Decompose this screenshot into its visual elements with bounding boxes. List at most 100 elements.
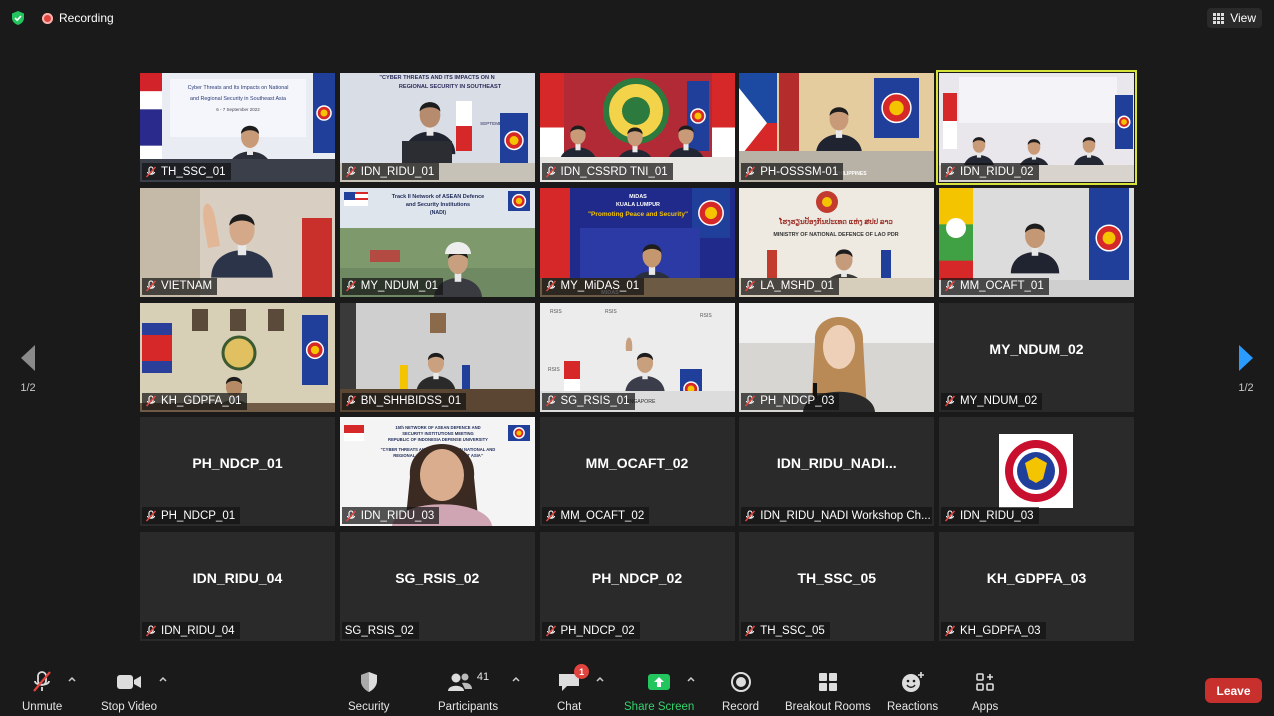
participant-name-label: TH_SSC_01 [142,163,231,180]
recording-indicator[interactable]: Recording [42,11,114,25]
muted-mic-icon [545,510,556,522]
muted-mic-icon [345,510,356,522]
participant-name: KH_GDPFA_03 [960,624,1041,637]
participant-tile[interactable]: RSIS RSIS RSIS RSIS SINGAPORE SG_RSIS_01 [539,302,735,412]
participant-tile[interactable]: PH_NDCP_02 PH_NDCP_02 [539,532,735,641]
participant-tile[interactable]: IDN_CSSRD TNI_01 [539,73,735,182]
participant-name-label: IDN_RIDU_03 [341,507,440,525]
participant-tile[interactable]: MM_OCAFT_02 MM_OCAFT_02 [539,417,735,527]
participant-name: IDN_RIDU_01 [360,165,435,178]
participant-name: IDN_CSSRD TNI_01 [560,165,668,178]
participant-tile[interactable]: IDN_RIDU_02 [936,70,1137,185]
scene-text: REGIONAL SECURITY IN SOUTHEAST [399,84,502,90]
participant-name-label: IDN_RIDU_03 [941,507,1039,525]
participant-display-name: PH_NDCP_02 [591,570,683,586]
participant-name-label: MM_OCAFT_02 [541,507,650,525]
participant-tile[interactable]: Cyber Threats and Its Impacts on Nationa… [140,73,335,182]
participant-name-label: MY_MiDAS_01 [541,277,645,295]
participant-name: PH-OSSSM-01 [760,165,839,178]
participant-tile[interactable]: MM_OCAFT_01 [939,187,1134,297]
scene-text: MINISTRY OF NATIONAL DEFENCE OF LAO PDR [774,232,899,238]
participant-tile[interactable]: 15th NETWORK OF ASEAN DEFENCE AND SECURIT… [339,417,535,527]
muted-mic-icon [944,510,956,522]
participant-name: PH_NDCP_01 [161,509,236,522]
participant-tile[interactable]: ໂຮງຮຽນປ້ອງກັນປະເທດ ແຫ່ງ ສປປ ລາວ MINISTRY … [739,187,935,297]
participants-button[interactable]: 41 Participants [438,670,498,713]
participant-name: MY_NDUM_02 [960,395,1038,407]
recording-label: Recording [59,11,114,25]
participant-tile[interactable]: IDN_RIDU_04 IDN_RIDU_04 [140,532,335,641]
scene-text: REPUBLIC OF INDONESIA DEFENSE UNIVERSITY [388,437,488,442]
muted-mic-icon [145,624,157,637]
muted-mic-icon [745,395,756,407]
participant-tile[interactable]: "CYBER THREATS AND ITS IMPACTS ON N REGIO… [339,73,535,182]
reactions-label: Reactions [887,701,939,713]
security-label: Security [348,701,390,713]
participant-tile[interactable]: PH_NDCP_01 PH_NDCP_01 [140,417,335,527]
muted-mic-icon [944,395,956,407]
record-icon [730,672,751,692]
previous-page-button[interactable]: 1/2 [16,345,40,394]
scene-text: and Security Institutions [406,202,470,208]
scene-text: RSIS [550,309,562,315]
participant-name-label: IDN_RIDU_NADI Workshop Ch... [741,507,933,525]
participant-tile[interactable]: BN_SHHBIDSS_01 [339,302,535,412]
participants-count: 41 [476,671,490,683]
participant-name-label: IDN_RIDU_01 [341,163,440,180]
scene-text: SECURITY INSTITUTIONS MEETING [402,431,474,436]
participant-tile[interactable]: MiDAS KUALA LUMPUR "Promoting Peace and Se… [539,187,735,297]
participant-name: BN_SHHBIDSS_01 [360,395,462,407]
participant-display-name: KH_GDPFA_03 [986,570,1087,586]
leave-meeting-button[interactable]: Leave [1205,678,1262,703]
participant-tile[interactable]: MY_NDUM_02 MY_NDUM_02 [939,302,1134,412]
participant-display-name: MM_OCAFT_02 [585,455,689,472]
participants-icon [447,673,472,691]
stop-video-button[interactable]: Stop Video [101,670,157,713]
page-indicator-right: 1/2 [1238,382,1254,394]
participant-tile[interactable]: IDN_RIDU_NADI... IDN_RIDU_NADI Workshop C… [739,417,935,527]
participant-name-label: MY_NDUM_01 [341,277,444,295]
scene-text: KUALA LUMPUR [615,202,659,208]
reactions-button[interactable]: Reactions [887,670,938,713]
meeting-toolbar: Unmute Stop Video Security 41 Participan… [0,660,1274,716]
participant-name-label: MM_OCAFT_01 [941,277,1049,295]
apps-button[interactable]: Apps [972,670,998,713]
participant-tile[interactable]: TH_SSC_05 TH_SSC_05 [739,532,935,641]
chat-button[interactable]: 1 Chat [557,664,590,713]
muted-mic-icon [545,624,556,637]
apps-label: Apps [972,701,999,713]
participant-tile[interactable]: IDN_RIDU_03 [939,417,1134,527]
security-button[interactable]: Security [348,670,390,713]
participant-tile[interactable]: Track II Network of ASEAN Defence and Sec… [339,187,535,297]
scene-text: (NADI) [430,210,446,216]
encryption-shield-icon[interactable] [10,10,26,26]
participant-tile[interactable]: VIETNAM [140,187,335,297]
audio-options-caret-icon[interactable] [67,674,77,684]
participant-tile[interactable]: KH_GDPFA_03 KH_GDPFA_03 [939,532,1134,641]
chevron-right-icon [1239,345,1253,371]
video-gallery-grid: Cyber Threats and Its Impacts on Nationa… [140,70,1137,641]
breakout-rooms-icon [818,673,837,691]
next-page-button[interactable]: 1/2 [1234,345,1258,394]
recording-dot-icon [42,12,53,24]
participant-tile[interactable]: PH_NDCP_03 [739,302,935,412]
share-screen-button[interactable]: Share Screen [624,670,694,713]
record-button[interactable]: Record [722,670,759,713]
page-indicator-left: 1/2 [20,382,36,394]
participants-label: Participants [438,701,499,713]
participant-tile[interactable]: PHILIPPINES PH-OSSSM-01 [739,73,935,182]
apps-icon [976,673,994,691]
video-options-caret-icon[interactable] [158,674,168,684]
breakout-rooms-button[interactable]: Breakout Rooms [785,670,871,713]
participant-tile[interactable]: KH_GDPFA_01 [140,302,335,412]
muted-mic-icon [745,624,756,637]
chat-options-caret-icon[interactable] [595,674,605,684]
share-options-caret-icon[interactable] [686,674,696,684]
unmute-button[interactable]: Unmute [22,670,62,713]
view-button[interactable]: View [1207,8,1262,28]
participants-options-caret-icon[interactable] [511,674,521,684]
participant-name-label: PH_NDCP_02 [541,622,640,639]
muted-mic-icon [944,165,956,178]
participant-tile[interactable]: SG_RSIS_02 SG_RSIS_02 [339,532,535,641]
participant-name: IDN_RIDU_NADI Workshop Ch... [760,509,931,522]
